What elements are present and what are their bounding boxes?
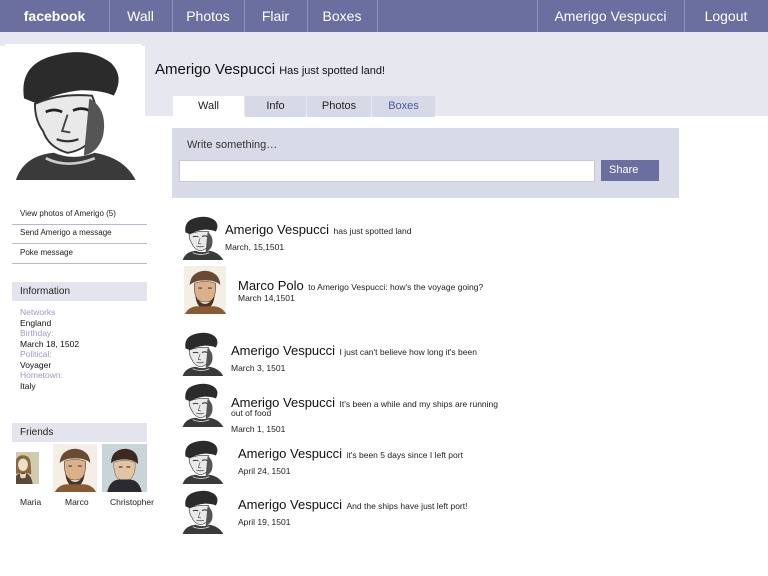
post-text: it's been 5 days since I left port [346,450,463,460]
post-text: It's been a while and my ships are runni… [339,399,499,409]
info-value: Voyager [20,359,52,370]
info-value: March 18, 1502 [20,338,80,349]
profile-name: Amerigo Vespucci [155,61,276,78]
post-text-continued: out of food [231,408,272,418]
tab-info[interactable]: Info [245,96,306,117]
info-label: Birthday: [20,328,54,338]
friend-photo-maria[interactable] [16,444,48,492]
info-label: Networks [20,307,56,317]
send-message-link[interactable]: Send Amerigo a message [12,228,147,244]
post-author[interactable]: Marco Polo [238,278,304,293]
friend-photo-christopher[interactable] [102,444,147,492]
information-list: Networks England Birthday: March 18, 150… [20,307,79,391]
friend-name-marco[interactable]: Marco [65,497,89,507]
wall-post-input[interactable] [179,160,595,182]
post-avatar[interactable] [180,214,224,260]
tab-wall[interactable]: Wall [173,96,244,117]
nav-divider [377,0,378,32]
friend-photo-marco[interactable] [53,444,97,492]
info-value: Italy [20,380,36,391]
composer-label: Write something… [187,139,278,151]
post-date: March 3, 1501 [231,363,286,373]
profile-photo[interactable] [0,44,146,180]
logout-link[interactable]: Logout [684,0,768,32]
post-avatar[interactable] [180,438,224,484]
profile-heading: Amerigo Vespucci Has just spotted land! [155,61,385,78]
tab-boxes[interactable]: Boxes [372,96,435,117]
nav-item-photos[interactable]: Photos [172,0,244,32]
post-avatar[interactable] [180,330,224,376]
nav-item-flair[interactable]: Flair [244,0,307,32]
info-label: Political: [20,349,52,359]
wall-post: Amerigo Vespucci And the ships have just… [238,496,467,514]
info-value: England [20,317,52,328]
nav-item-boxes[interactable]: Boxes [307,0,377,32]
friends-header: Friends [12,423,147,442]
poke-link[interactable]: Poke message [12,248,147,264]
nav-item-wall[interactable]: Wall [109,0,172,32]
top-nav-bar: facebook Wall Photos Flair Boxes Amerigo… [0,0,768,32]
wall-post: Amerigo Vespucci I just can't believe ho… [231,342,477,360]
post-date: March, 15,1501 [225,242,285,252]
wall-composer: Write something… Share [172,128,679,198]
post-text: has just spotted land [333,226,412,236]
share-button[interactable]: Share [601,160,659,181]
post-date: March 1, 1501 [231,424,286,434]
nav-user-name[interactable]: Amerigo Vespucci [537,0,684,32]
post-text: And the ships have just left port! [346,501,468,511]
wall-post: Amerigo Vespucci has just spotted land [225,221,412,239]
information-header: Information [12,282,147,301]
post-avatar[interactable] [180,381,224,427]
view-photos-link[interactable]: View photos of Amerigo (5) [12,209,147,225]
wall-post: Amerigo Vespucci it's been 5 days since … [238,445,463,463]
post-avatar[interactable] [184,266,226,314]
info-label: Hometown: [20,370,63,380]
post-avatar[interactable] [180,488,224,534]
post-author[interactable]: Amerigo Vespucci [238,446,342,461]
facebook-logo[interactable]: facebook [0,0,109,32]
post-author[interactable]: Amerigo Vespucci [225,222,329,237]
post-text: I just can't believe how long it's been [339,347,477,357]
profile-status: Has just spotted land! [279,65,386,77]
friend-name-maria[interactable]: Maria [20,497,41,507]
post-author[interactable]: Amerigo Vespucci [238,497,342,512]
tab-photos[interactable]: Photos [307,96,371,117]
post-text: to Amerigo Vespucci: how's the voyage go… [308,282,484,292]
friend-name-christopher[interactable]: Christopher [110,497,154,507]
post-author[interactable]: Amerigo Vespucci [231,343,335,358]
post-date: April 19, 1501 [238,517,291,527]
post-date: April 24, 1501 [238,466,291,476]
post-date: March 14,1501 [238,293,295,303]
